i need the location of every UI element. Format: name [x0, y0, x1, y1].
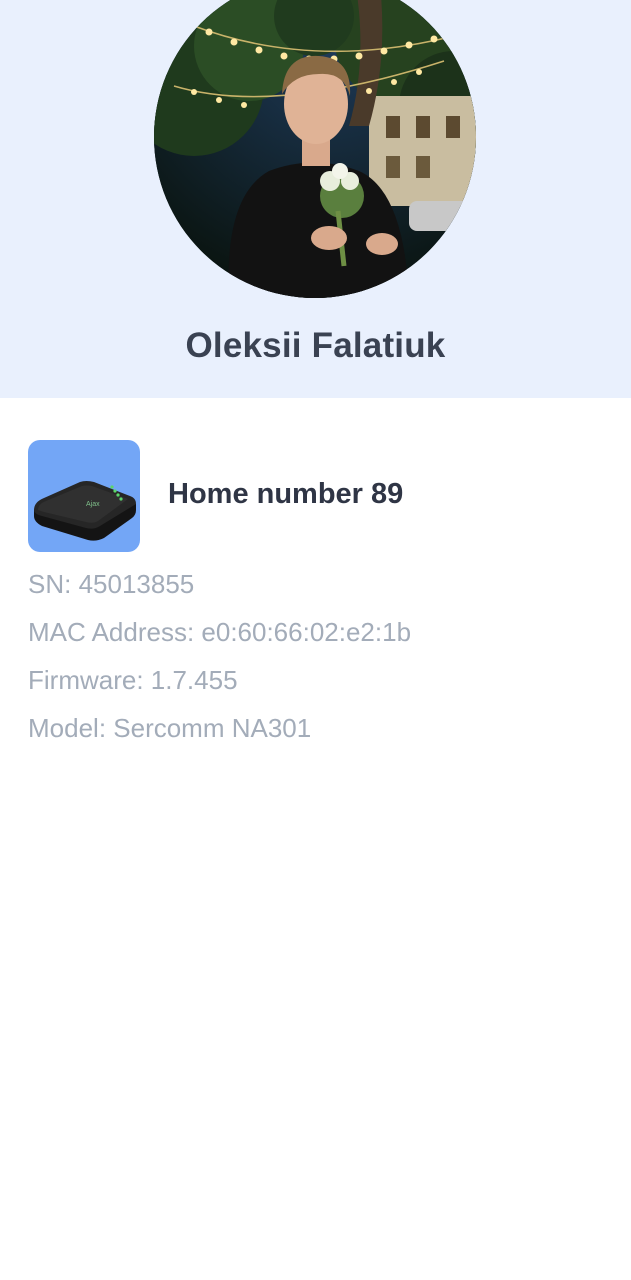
mac-address: MAC Address: e0:60:66:02:e2:1b	[28, 617, 412, 647]
profile-header: Oleksii Falatiuk	[0, 0, 631, 398]
avatar[interactable]	[154, 0, 476, 298]
device-info-list: SN: 45013855 MAC Address: e0:60:66:02:e2…	[28, 566, 608, 758]
svg-text:Ajax: Ajax	[86, 501, 100, 508]
router-icon[interactable]: Ajax	[28, 440, 140, 552]
device-title: Home number 89	[168, 478, 404, 510]
firmware-version: Firmware: 1.7.455	[28, 665, 238, 695]
profile-name: Oleksii Falatiuk	[185, 326, 446, 365]
serial-number: SN: 45013855	[28, 569, 195, 599]
device-profile-screen: Oleksii Falatiuk Ajax Home number 89 SN:…	[0, 0, 631, 1280]
avatar-photo	[154, 0, 476, 298]
device-model: Model: Sercomm NA301	[28, 713, 312, 743]
